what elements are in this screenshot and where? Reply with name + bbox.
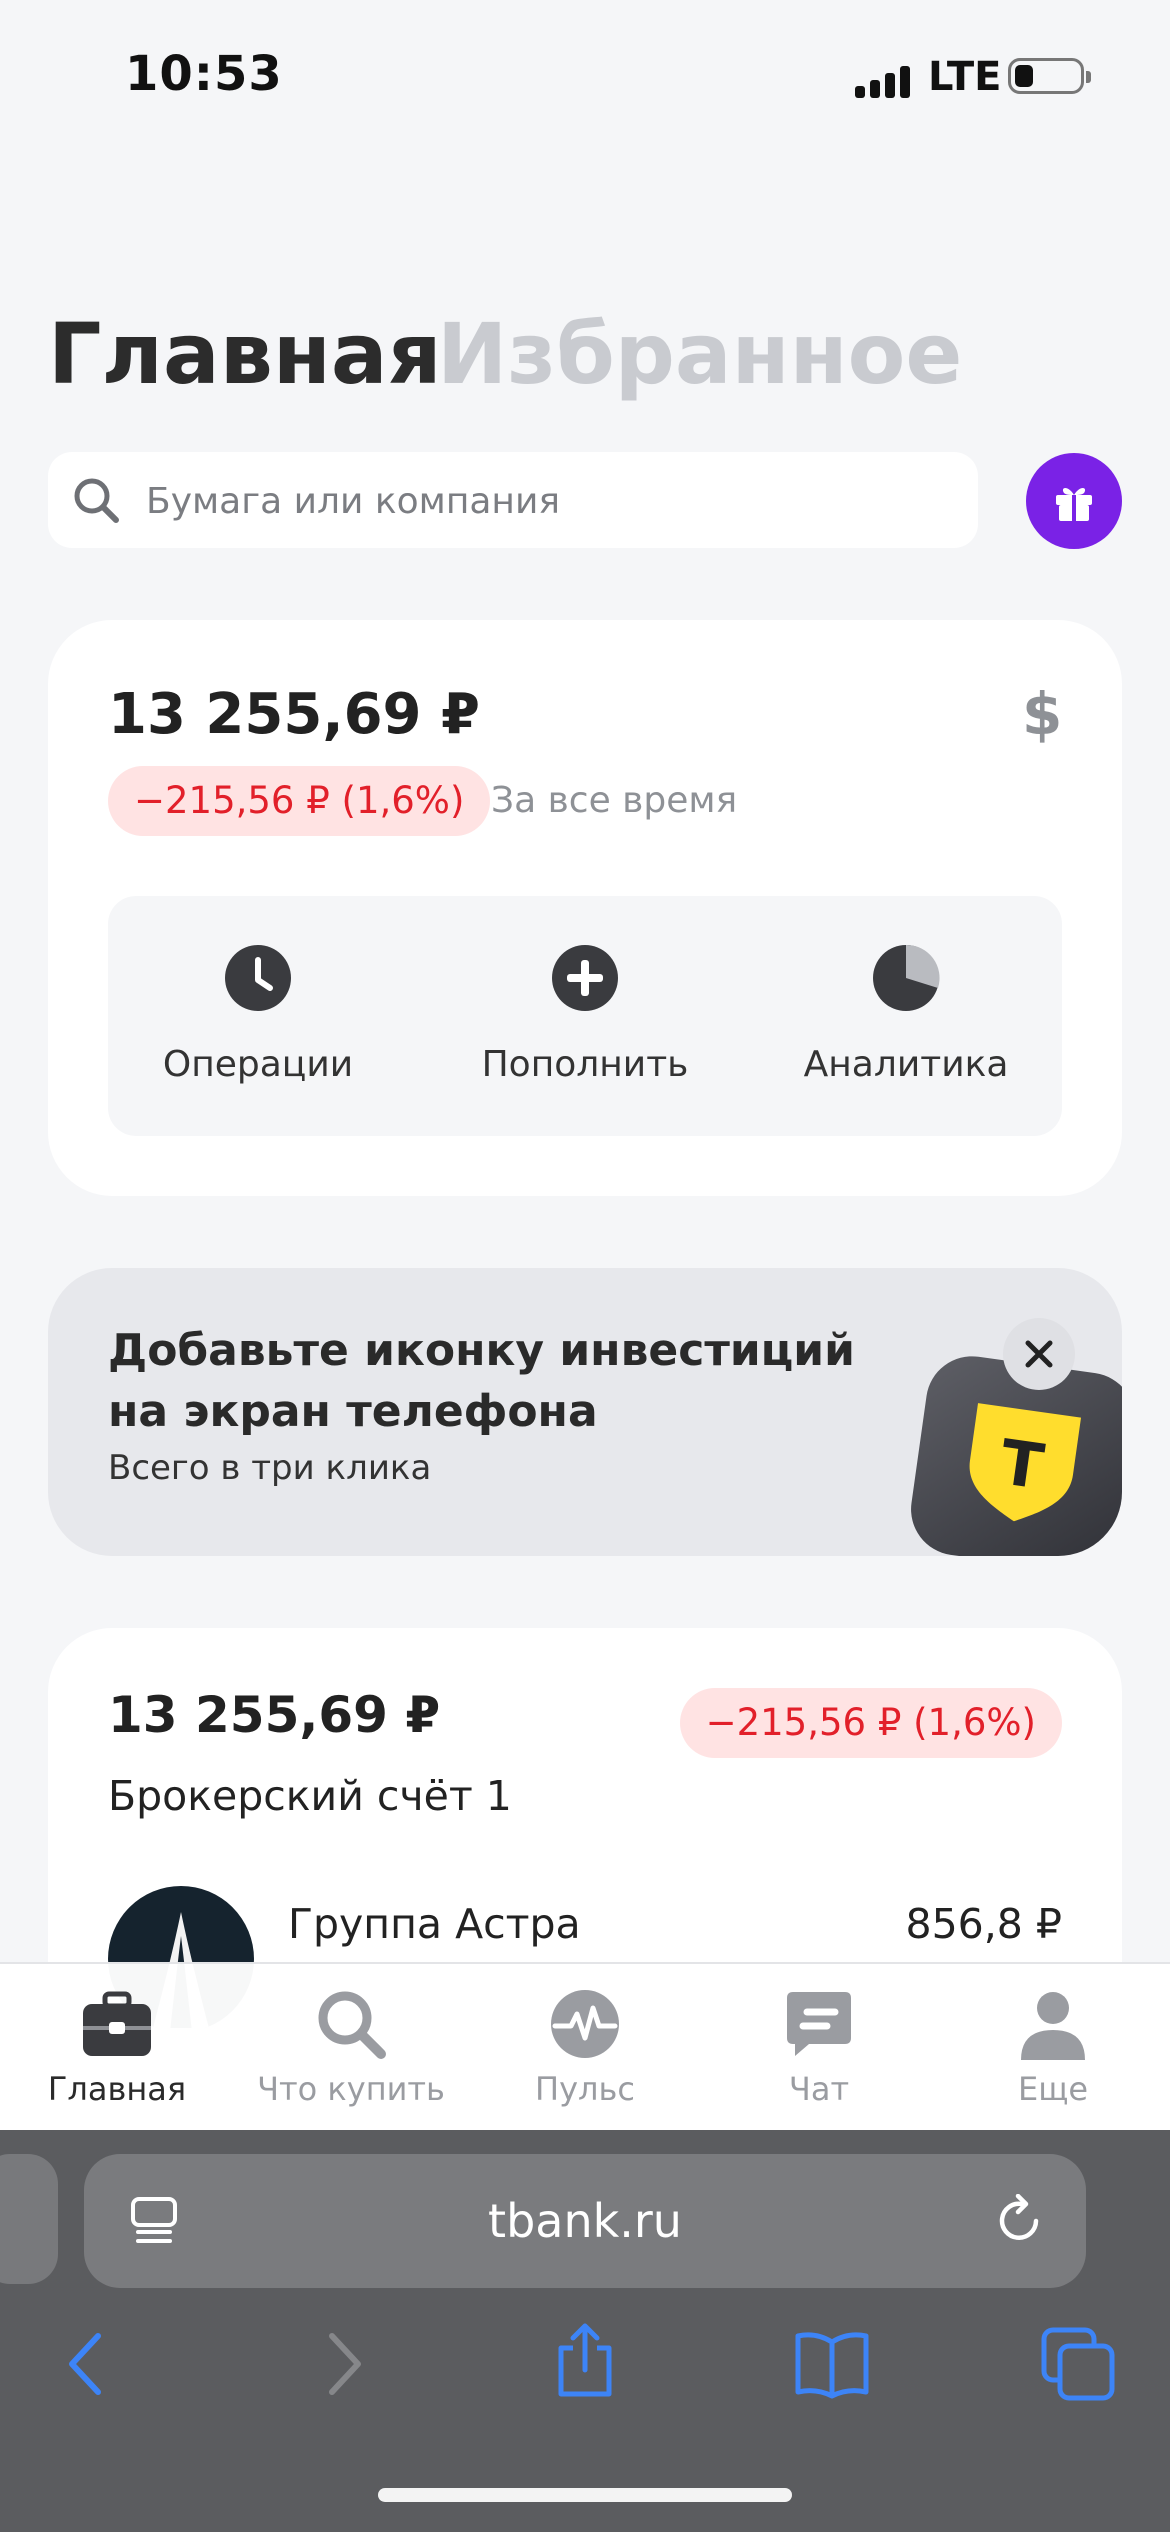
analytics-label: Аналитика [803, 1044, 1009, 1085]
portfolio-total: 13 255,69 ₽ [108, 682, 480, 747]
battery-icon [1008, 58, 1091, 94]
share-icon[interactable] [545, 2320, 625, 2400]
promo-title: Добавьте иконку инвестиций на экран теле… [108, 1325, 855, 1437]
tbank-logo-icon: T [969, 1403, 1082, 1522]
bottom-tab-bar: Главная Что купить Пульс Чат Еще [0, 1962, 1170, 2132]
close-promo-button[interactable] [1003, 1318, 1075, 1390]
tabbar-label-more: Еще [1017, 2070, 1089, 2108]
plus-circle-icon [552, 945, 618, 1011]
previous-tab-preview[interactable] [0, 2154, 58, 2284]
account-name: Брокерский счёт 1 [108, 1772, 512, 1820]
tabbar-item-home[interactable]: Главная [0, 1964, 234, 2132]
operations-label: Операции [162, 1044, 354, 1085]
reload-icon[interactable] [992, 2194, 1046, 2248]
tabbar-item-chat[interactable]: Чат [702, 1964, 936, 2132]
browser-toolbar: tbank.ru [0, 2130, 1170, 2532]
tabbar-item-what-to-buy[interactable]: Что купить [234, 1964, 468, 2132]
pulse-icon [551, 1990, 619, 2058]
promo-subtitle: Всего в три клика [108, 1448, 432, 1488]
search-input[interactable] [144, 452, 948, 550]
address-bar[interactable]: tbank.ru [84, 2154, 1086, 2288]
back-icon[interactable] [48, 2324, 128, 2404]
top-up-label: Пополнить [481, 1044, 689, 1085]
tab-favorites[interactable]: Избранное [437, 305, 962, 403]
home-indicator [378, 2488, 792, 2502]
search-icon [318, 1991, 386, 2059]
search-bar[interactable] [48, 452, 978, 550]
tabbar-label-pulse: Пульс [535, 2070, 635, 2108]
period-label[interactable]: За все время [491, 780, 737, 821]
holding-price: 856,8 ₽ [905, 1900, 1063, 1948]
chat-icon [787, 1992, 851, 2056]
holding-name[interactable]: Группа Астра [288, 1900, 581, 1948]
close-icon [1025, 1340, 1053, 1368]
profile-icon [1021, 1992, 1085, 2060]
portfolio-card[interactable]: 13 255,69 ₽ $ −215,56 ₽ (1,6%) За все вр… [48, 620, 1122, 1196]
operations-button[interactable]: Операции [108, 896, 408, 1136]
clock-icon [225, 945, 291, 1011]
cellular-signal-icon [855, 64, 915, 98]
gift-icon [1056, 488, 1092, 521]
bookmarks-icon[interactable] [792, 2324, 872, 2404]
tabs-icon[interactable] [1038, 2324, 1118, 2404]
account-change-badge: −215,56 ₽ (1,6%) [679, 1688, 1062, 1758]
account-value: 13 255,69 ₽ [108, 1686, 441, 1744]
briefcase-icon [83, 1991, 151, 2056]
url-text: tbank.ru [488, 2194, 682, 2248]
quick-actions: Операции Пополнить Аналитика [108, 896, 1062, 1136]
tabbar-item-pulse[interactable]: Пульс [468, 1964, 702, 2132]
add-icon-promo-banner[interactable]: Добавьте иконку инвестиций на экран теле… [48, 1268, 1122, 1556]
network-type: LTE [928, 54, 1002, 100]
portfolio-change-badge: −215,56 ₽ (1,6%) [108, 766, 491, 836]
tabbar-label-what-to-buy: Что купить [257, 2070, 445, 2108]
app-icon-image: T [905, 1350, 1122, 1556]
pie-chart-icon [873, 944, 940, 1011]
search-icon [74, 478, 119, 523]
analytics-button[interactable]: Аналитика [756, 896, 1056, 1136]
gift-button[interactable] [1026, 453, 1122, 549]
dollar-icon[interactable]: $ [1022, 680, 1062, 748]
tabbar-item-more[interactable]: Еще [936, 1964, 1170, 2132]
top-up-button[interactable]: Пополнить [435, 896, 735, 1136]
tab-main[interactable]: Главная [48, 305, 442, 403]
tabbar-label-chat: Чат [788, 2070, 850, 2108]
status-time: 10:53 [125, 46, 283, 102]
tabbar-label-home: Главная [47, 2070, 187, 2108]
forward-icon[interactable] [302, 2324, 382, 2404]
